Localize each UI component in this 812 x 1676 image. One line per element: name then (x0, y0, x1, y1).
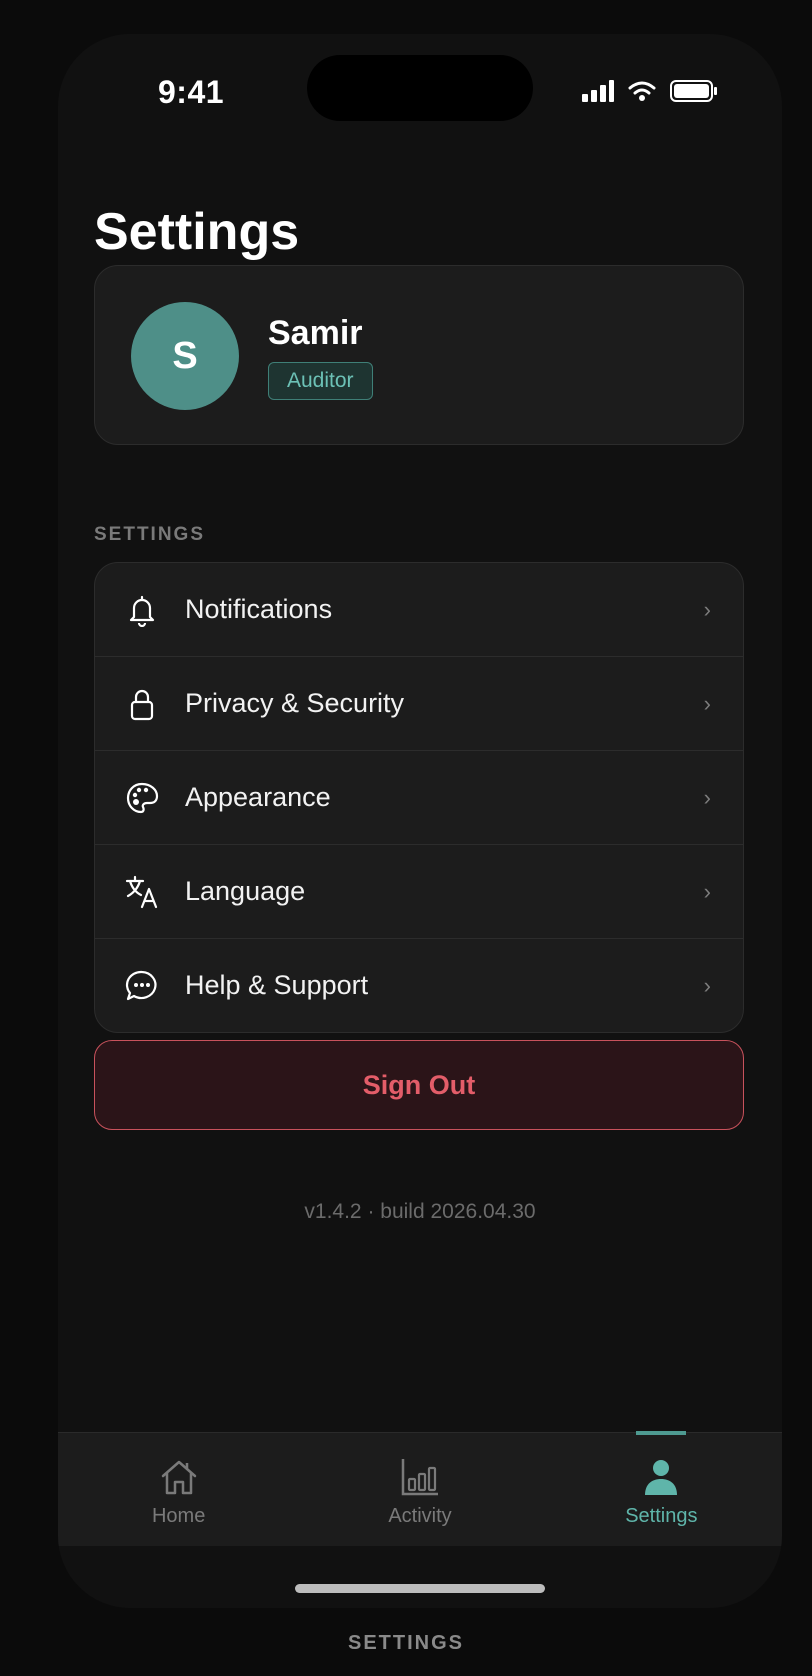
settings-section-header: SETTINGS (94, 524, 206, 545)
tab-home[interactable]: Home (58, 1433, 299, 1546)
tab-bar: Home Activity Settings (58, 1431, 782, 1546)
chevron-right-icon: › (703, 784, 711, 810)
phone-screen: 9:41 Settings S Samir Auditor SETTINGS N… (58, 34, 782, 1608)
battery-icon (670, 80, 717, 102)
status-bar: 9:41 (58, 34, 782, 144)
tab-label: Home (151, 1505, 206, 1527)
settings-row-privacy-security[interactable]: Privacy & Security › (95, 657, 743, 751)
chevron-right-icon: › (703, 878, 711, 904)
status-icons (582, 80, 718, 102)
bar-chart-icon (401, 1459, 438, 1496)
status-time: 9:41 (158, 74, 225, 110)
chat-bubble-icon (125, 970, 157, 1001)
tab-settings[interactable]: Settings (541, 1431, 782, 1546)
home-icon (161, 1460, 196, 1495)
profile-name: Samir (268, 314, 363, 352)
person-icon (645, 1460, 678, 1495)
settings-row-label: Privacy & Security (185, 688, 405, 718)
dynamic-island (307, 55, 533, 121)
settings-row-label: Notifications (185, 594, 333, 624)
settings-row-label: Language (185, 876, 306, 906)
tab-label: Activity (388, 1505, 452, 1527)
settings-row-notifications[interactable]: Notifications › (95, 563, 743, 657)
settings-row-appearance[interactable]: Appearance › (95, 751, 743, 845)
version-text: v1.4.2 · build 2026.04.30 (304, 1200, 536, 1223)
chevron-right-icon: › (703, 690, 711, 716)
palette-icon (126, 782, 159, 814)
tab-activity[interactable]: Activity (299, 1433, 540, 1546)
chevron-right-icon: › (703, 596, 711, 622)
translate-icon (125, 875, 158, 909)
active-tab-indicator (636, 1431, 687, 1435)
settings-row-label: Appearance (185, 782, 331, 812)
profile-card[interactable]: S Samir Auditor (94, 265, 744, 445)
chevron-right-icon: › (703, 972, 711, 998)
screen-caption: SETTINGS (347, 1632, 464, 1654)
cellular-signal-icon (582, 80, 614, 102)
tab-label: Settings (625, 1505, 698, 1527)
sign-out-button[interactable]: Sign Out (94, 1040, 744, 1130)
role-badge: Auditor (268, 362, 373, 400)
settings-row-language[interactable]: Language › (95, 845, 743, 939)
home-indicator[interactable] (295, 1584, 545, 1593)
page-title: Settings (94, 203, 300, 261)
wifi-icon (628, 81, 656, 101)
lock-icon (130, 689, 154, 721)
settings-row-label: Help & Support (185, 970, 369, 1000)
settings-row-help-support[interactable]: Help & Support › (95, 939, 743, 1032)
bell-icon (129, 595, 155, 627)
settings-list: Notifications › Privacy & Security › App… (94, 562, 744, 1033)
avatar: S (131, 302, 239, 410)
